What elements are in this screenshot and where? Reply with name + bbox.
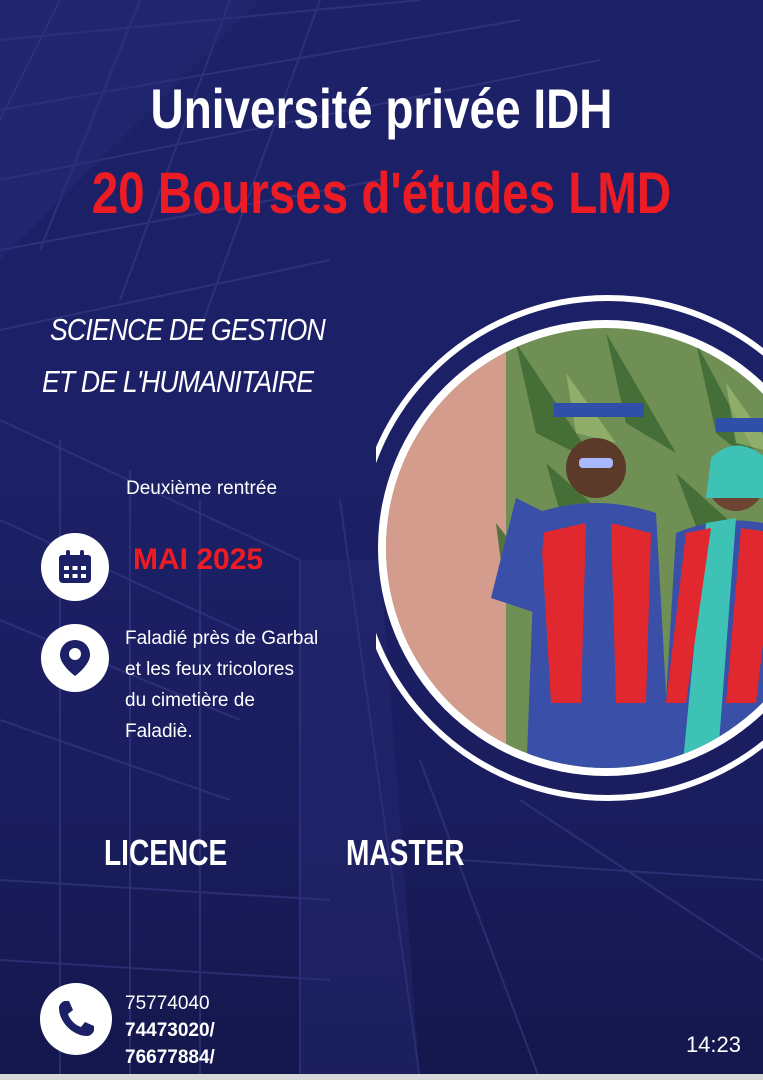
map-pin-icon	[41, 624, 109, 692]
scholarship-headline: 20 Bourses d'études LMD	[91, 161, 672, 226]
calendar-icon	[41, 533, 109, 601]
phone-number[interactable]: 75774040	[125, 990, 215, 1017]
phone-icon	[40, 983, 112, 1055]
degree-licence: LICENCE	[104, 832, 228, 873]
address-line: Faladiè.	[125, 721, 193, 742]
program-line-1: SCIENCE DE GESTION	[50, 312, 326, 347]
graduates-photo	[376, 295, 763, 801]
contact-phones: 75774040 74473020/ 76677884/	[125, 990, 215, 1071]
poster: Université privée IDH 20 Bourses d'étude…	[0, 0, 763, 1080]
bottom-bar	[0, 1074, 763, 1080]
intake-label: Deuxième rentrée	[126, 478, 278, 499]
address-line: du cimetière de	[125, 690, 255, 711]
location-address: Faladié près de Garbal et les feux trico…	[125, 623, 375, 747]
status-time: 14:23	[685, 1032, 741, 1057]
phone-number[interactable]: 74473020/	[125, 1017, 215, 1044]
phone-number[interactable]: 76677884/	[125, 1044, 215, 1071]
intake-date: MAI 2025	[133, 543, 264, 576]
degree-master: MASTER	[346, 832, 465, 873]
program-line-2: ET DE L'HUMANITAIRE	[42, 364, 314, 399]
page-title: Université privée IDH	[150, 77, 613, 140]
address-line: Faladié près de Garbal	[125, 628, 319, 649]
address-line: et les feux tricolores	[125, 659, 294, 680]
